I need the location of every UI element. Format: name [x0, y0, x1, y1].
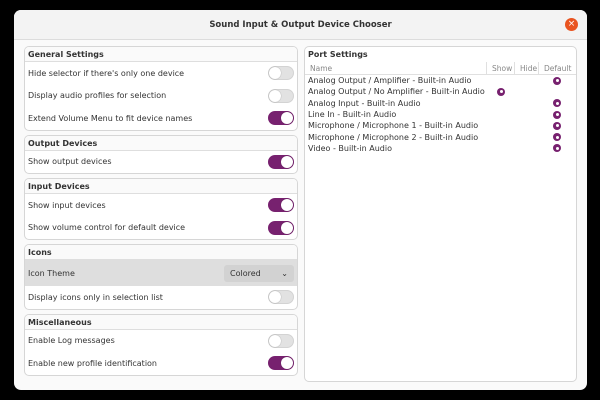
title-bar: Sound Input & Output Device Chooser × [14, 10, 587, 40]
setting-row: Enable new profile identification [25, 352, 297, 375]
icon-theme-row: Icon Theme Colored ⌄ [25, 260, 297, 286]
miscellaneous-section: Miscellaneous Enable Log messages Enable… [24, 313, 298, 376]
section-header: Output Devices [25, 135, 297, 151]
close-icon: × [567, 19, 576, 29]
port-default-cell[interactable] [539, 133, 575, 142]
port-row: Analog Output / Amplifier - Built-in Aud… [305, 75, 576, 86]
setting-row: Hide selector if there's only one device [25, 62, 297, 85]
port-name: Microphone / Microphone 2 - Built-in Aud… [308, 132, 479, 142]
setting-label: Hide selector if there's only one device [28, 68, 185, 78]
port-row: Line In - Built-in Audio [305, 109, 576, 120]
column-header-name[interactable]: Name [305, 62, 487, 74]
setting-row: Enable Log messages [25, 330, 297, 353]
port-default-cell[interactable] [539, 76, 575, 85]
show-input-toggle[interactable] [268, 198, 294, 213]
column-header-show[interactable]: Show [487, 62, 515, 74]
port-row: Microphone / Microphone 1 - Built-in Aud… [305, 120, 576, 131]
dropdown-value: Colored [230, 268, 261, 278]
port-name: Line In - Built-in Audio [308, 110, 397, 120]
port-name: Video - Built-in Audio [308, 143, 392, 153]
window-title: Sound Input & Output Device Chooser [209, 19, 392, 30]
port-name: Analog Output / No Amplifier - Built-in … [308, 87, 485, 97]
dialog-window: Sound Input & Output Device Chooser × Ge… [14, 10, 587, 390]
show-output-toggle[interactable] [268, 154, 294, 169]
volume-control-toggle[interactable] [268, 220, 294, 235]
toggle-knob [281, 221, 293, 234]
port-table-body: Analog Output / Amplifier - Built-in Aud… [305, 75, 576, 154]
log-messages-toggle[interactable] [268, 333, 294, 348]
toggle-knob [269, 89, 281, 102]
setting-row: Extend Volume Menu to fit device names [25, 107, 297, 130]
port-default-radio[interactable] [553, 144, 561, 153]
port-default-cell[interactable] [539, 99, 575, 108]
port-default-radio[interactable] [553, 99, 561, 108]
output-devices-section: Output Devices Show output devices [24, 134, 298, 174]
general-settings-section: General Settings Hide selector if there'… [24, 46, 298, 131]
setting-label: Icon Theme [28, 268, 75, 278]
close-button[interactable]: × [565, 18, 578, 31]
setting-row: Show input devices [25, 194, 297, 217]
toggle-knob [281, 155, 293, 168]
port-default-radio[interactable] [553, 110, 561, 119]
setting-label: Enable new profile identification [28, 358, 157, 368]
section-header: General Settings [25, 47, 297, 62]
port-default-cell[interactable] [539, 121, 575, 130]
port-default-radio[interactable] [553, 133, 561, 142]
port-row: Analog Input - Built-in Audio [305, 98, 576, 109]
setting-row: Display audio profiles for selection [25, 85, 297, 108]
display-profiles-toggle[interactable] [268, 88, 294, 103]
port-show-cell[interactable] [487, 87, 515, 96]
setting-row: Show volume control for default device [25, 217, 297, 240]
section-header: Input Devices [25, 179, 297, 194]
extend-volume-menu-toggle[interactable] [268, 111, 294, 126]
hide-selector-toggle[interactable] [268, 66, 294, 81]
setting-label: Enable Log messages [28, 336, 115, 346]
port-name: Microphone / Microphone 1 - Built-in Aud… [308, 121, 479, 131]
port-default-radio[interactable] [553, 76, 561, 85]
profile-identification-toggle[interactable] [268, 356, 294, 371]
toggle-knob [269, 67, 281, 80]
icon-theme-dropdown[interactable]: Colored ⌄ [224, 264, 294, 282]
setting-label: Show output devices [28, 157, 112, 167]
setting-label: Show input devices [28, 200, 106, 210]
setting-label: Display icons only in selection list [28, 292, 163, 302]
settings-panel: General Settings Hide selector if there'… [24, 46, 298, 380]
port-table-header: Name Show Hide Default [305, 62, 576, 75]
column-header-hide[interactable]: Hide [515, 62, 539, 74]
setting-row: Display icons only in selection list [25, 286, 297, 309]
toggle-knob [269, 291, 281, 304]
section-header: Icons [25, 245, 297, 260]
setting-label: Extend Volume Menu to fit device names [28, 113, 193, 123]
setting-row: Show output devices [25, 151, 297, 174]
icons-section: Icons Icon Theme Colored ⌄ Display icons… [24, 244, 298, 310]
toggle-knob [269, 334, 281, 347]
port-name: Analog Input - Built-in Audio [308, 98, 421, 108]
setting-label: Show volume control for default device [28, 223, 186, 233]
port-default-radio[interactable] [553, 121, 561, 130]
port-default-cell[interactable] [539, 110, 575, 119]
input-devices-section: Input Devices Show input devices Show vo… [24, 178, 298, 240]
column-header-default[interactable]: Default [539, 62, 575, 74]
port-row: Analog Output / No Amplifier - Built-in … [305, 86, 576, 97]
port-default-cell[interactable] [539, 144, 575, 153]
chevron-down-icon: ⌄ [281, 268, 288, 278]
setting-label: Display audio profiles for selection [28, 91, 167, 101]
port-show-radio[interactable] [497, 87, 505, 96]
port-name: Analog Output / Amplifier - Built-in Aud… [308, 76, 472, 86]
toggle-knob [281, 357, 293, 370]
toggle-knob [281, 112, 293, 125]
port-settings-panel: Port Settings Name Show Hide Default Ana… [304, 46, 577, 382]
icons-selection-only-toggle[interactable] [268, 290, 294, 305]
section-header: Miscellaneous [25, 314, 297, 330]
section-header: Port Settings [308, 50, 368, 59]
port-row: Video - Built-in Audio [305, 143, 576, 154]
toggle-knob [281, 199, 293, 212]
port-row: Microphone / Microphone 2 - Built-in Aud… [305, 131, 576, 142]
